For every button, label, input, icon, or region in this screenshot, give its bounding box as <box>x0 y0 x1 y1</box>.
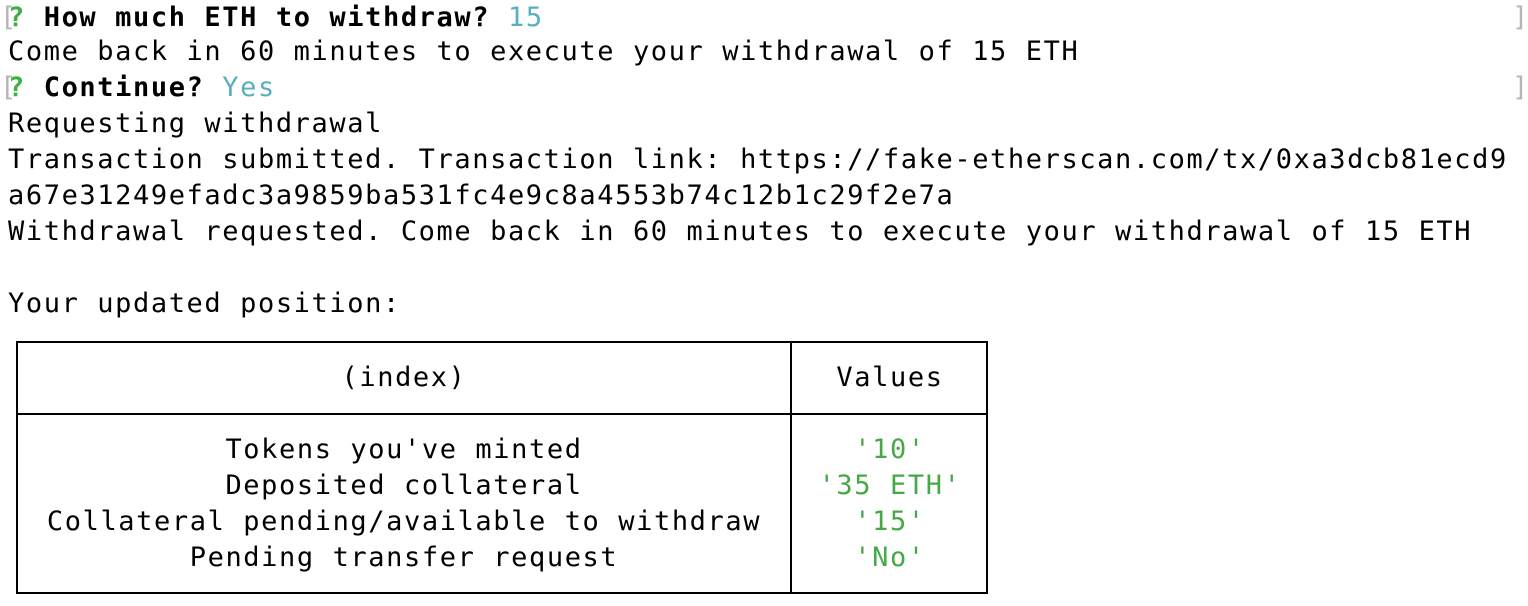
output-line-come-back: Come back in 60 minutes to execute your … <box>8 36 1080 67</box>
prompt-withdraw-amount: ? How much ETH to withdraw? 15 <box>8 0 544 36</box>
question-mark-icon: ? <box>8 72 26 103</box>
table-header-values: Values <box>836 362 944 393</box>
prompt-answer: Yes <box>222 72 276 103</box>
output-line-transaction: Transaction submitted. Transaction link:… <box>8 144 1508 175</box>
question-mark-icon: ? <box>8 2 26 33</box>
table-header-divider <box>18 413 986 415</box>
output-line-requesting: Requesting withdrawal <box>8 108 383 139</box>
table-row-value: '15' <box>854 506 926 537</box>
position-table: (index) Values Tokens you've minted '10'… <box>16 341 988 594</box>
table-row-value: '35 ETH' <box>818 470 962 501</box>
prompt-continue: ? Continue? Yes <box>8 70 276 106</box>
prompt-question: How much ETH to withdraw? <box>43 2 491 33</box>
table-header-index: (index) <box>341 362 467 393</box>
table-row-index: Collateral pending/available to withdraw <box>46 506 762 537</box>
prompt-right-bracket: ] <box>1512 72 1528 103</box>
terminal-output: [ ? How much ETH to withdraw? 15 ] Come … <box>0 0 1528 606</box>
table-row-index: Tokens you've minted <box>225 434 583 465</box>
table-row-index: Pending transfer request <box>189 542 619 573</box>
prompt-right-bracket: ] <box>1512 2 1528 33</box>
output-line-withdrawal-requested: Withdrawal requested. Come back in 60 mi… <box>8 216 1473 247</box>
table-row-value: 'No' <box>854 542 926 573</box>
table-row-value: '10' <box>854 434 926 465</box>
prompt-answer: 15 <box>507 2 544 33</box>
output-line-updated-position: Your updated position: <box>8 288 401 319</box>
table-row-index: Deposited collateral <box>225 470 583 501</box>
output-line-transaction-hash: a67e31249efadc3a9859ba531fc4e9c8a4553b74… <box>8 180 955 211</box>
prompt-question: Continue? <box>43 72 205 103</box>
